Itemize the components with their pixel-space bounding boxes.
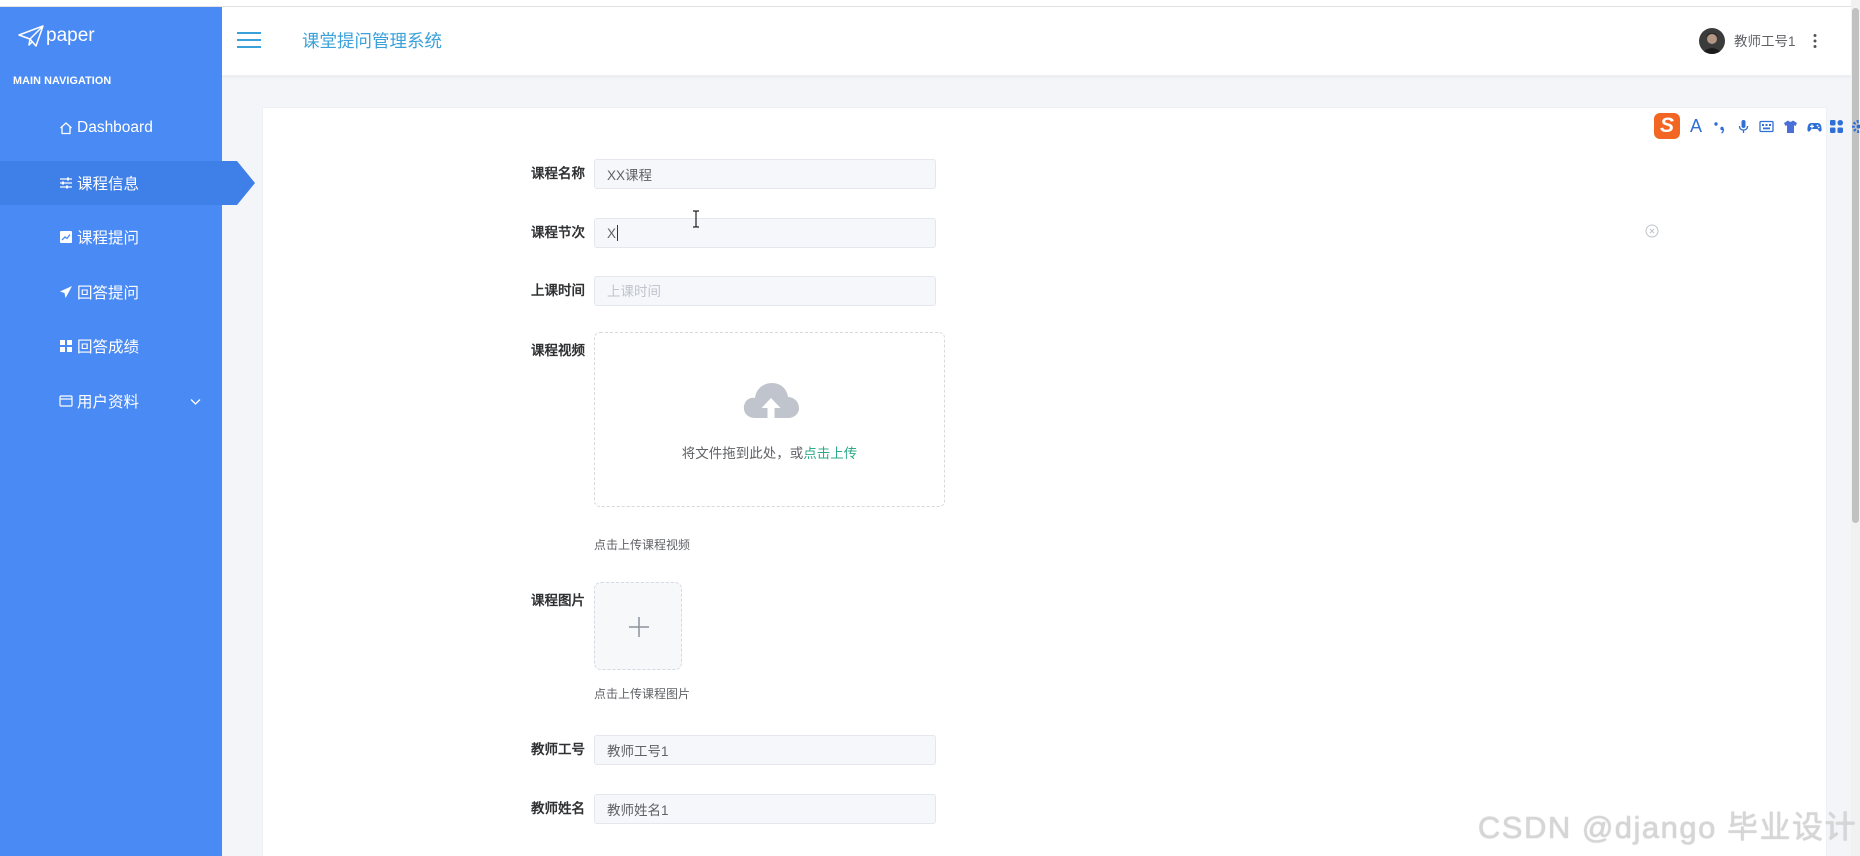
watermark: CSDN @django 毕业设计 — [1477, 810, 1857, 845]
area-chart-icon — [59, 230, 73, 244]
app-window: paper MAIN NAVIGATION Dashboard 课程信息 课程提… — [0, 0, 1860, 856]
avatar[interactable] — [1699, 28, 1725, 54]
send-icon — [59, 285, 73, 299]
app-title: 课堂提问管理系统 — [302, 31, 442, 51]
apps-icon[interactable] — [1829, 119, 1844, 134]
keyboard-icon[interactable] — [1759, 119, 1774, 134]
top-border — [0, 0, 1851, 7]
nav-section-title: MAIN NAVIGATION — [13, 75, 112, 87]
sidebar-item-label: Dashboard — [77, 119, 153, 136]
sidebar-item-user-profile[interactable]: 用户资料 — [0, 379, 222, 423]
sidebar-item-label: 回答成绩 — [77, 339, 140, 357]
logo[interactable]: paper — [17, 24, 95, 48]
more-vertical-icon[interactable] — [1811, 33, 1819, 49]
course-section-input[interactable] — [594, 218, 936, 248]
course-video-label: 课程视频 — [531, 343, 585, 358]
course-section-label: 课程节次 — [531, 225, 585, 240]
hamburger-icon[interactable] — [237, 31, 261, 49]
punctuation-icon[interactable] — [1712, 119, 1727, 134]
grid-icon — [59, 339, 73, 353]
user-name[interactable]: 教师工号1 — [1734, 7, 1796, 76]
teacher-name-label: 教师姓名 — [531, 801, 585, 816]
video-upload-hint: 点击上传课程视频 — [594, 538, 691, 552]
class-time-label: 上课时间 — [531, 283, 585, 298]
ime-toolbar: S A — [1652, 113, 1860, 141]
course-name-label: 课程名称 — [531, 166, 585, 181]
teacher-id-label: 教师工号 — [531, 742, 585, 757]
skin-icon[interactable] — [1783, 119, 1798, 134]
logo-text: paper — [46, 25, 95, 46]
top-header: 课堂提问管理系统 教师工号1 — [222, 7, 1851, 76]
course-name-input[interactable] — [594, 159, 936, 189]
class-time-input[interactable] — [594, 276, 936, 306]
text-cursor-icon — [692, 210, 700, 228]
sidebar-item-dashboard[interactable]: Dashboard — [0, 106, 222, 150]
sidebar-item-label: 用户资料 — [77, 393, 140, 411]
cloud-upload-icon — [742, 379, 800, 423]
text-caret — [617, 225, 618, 241]
image-upload-hint: 点击上传课程图片 — [594, 687, 691, 701]
circle-close-icon[interactable] — [1645, 224, 1659, 238]
teacher-name-input[interactable] — [594, 794, 936, 824]
ime-mode-toggle[interactable]: A — [1688, 115, 1704, 137]
click-upload-link[interactable]: 点击上传 — [803, 446, 857, 461]
sliders-icon — [59, 176, 73, 190]
microphone-icon[interactable] — [1736, 119, 1751, 134]
home-icon — [59, 121, 73, 135]
scrollbar-thumb[interactable] — [1852, 8, 1859, 523]
plus-icon — [627, 615, 651, 639]
settings-icon[interactable] — [1851, 119, 1860, 134]
ime-logo[interactable]: S — [1654, 113, 1680, 139]
sidebar-item-answer-scores[interactable]: 回答成绩 — [0, 324, 222, 368]
sidebar-item-answer-questions[interactable]: 回答提问 — [0, 270, 222, 314]
image-upload-button[interactable] — [594, 582, 682, 670]
sidebar-item-label: 课程信息 — [77, 175, 140, 193]
sidebar-item-label: 回答提问 — [77, 284, 140, 302]
sidebar-item-course-questions[interactable]: 课程提问 — [0, 215, 222, 259]
chevron-down-icon[interactable] — [189, 395, 202, 408]
course-image-label: 课程图片 — [531, 593, 585, 608]
gamepad-icon[interactable] — [1807, 119, 1822, 134]
paper-plane-icon — [17, 24, 45, 48]
sidebar: paper MAIN NAVIGATION Dashboard 课程信息 课程提… — [0, 7, 255, 856]
drop-instruction: 将文件拖到此处，或 — [681, 446, 804, 461]
teacher-id-input[interactable] — [594, 735, 936, 765]
sidebar-item-course-info[interactable]: 课程信息 — [0, 160, 255, 205]
nav-menu: Dashboard 课程信息 课程提问 回答提问 回答成绩 用户资料 — [0, 106, 255, 434]
sidebar-item-label: 课程提问 — [77, 230, 140, 248]
id-card-icon — [59, 394, 73, 408]
upload-drop-text: 将文件拖到此处，或点击上传 — [595, 445, 944, 463]
video-upload-dropzone[interactable]: 将文件拖到此处，或点击上传 — [594, 332, 945, 507]
